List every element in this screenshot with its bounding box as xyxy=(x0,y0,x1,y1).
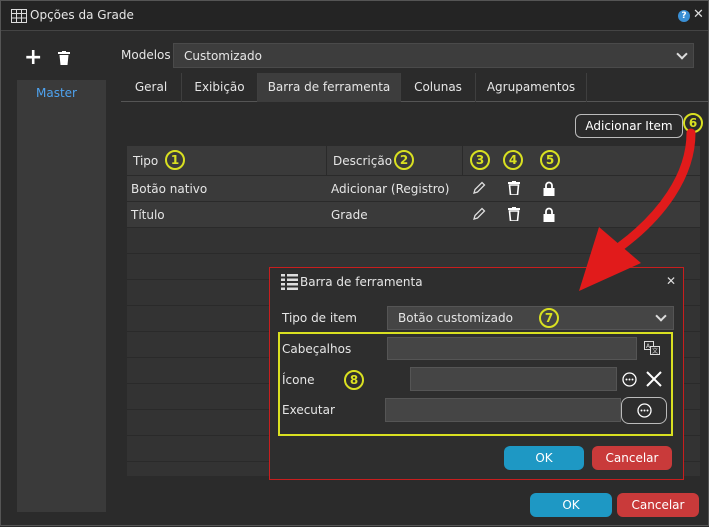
tipo-item-label: Tipo de item xyxy=(282,311,357,325)
edit-icon[interactable] xyxy=(472,207,486,224)
translate-icon[interactable]: A文 xyxy=(644,341,660,358)
annotation-badge-7: 7 xyxy=(539,308,559,328)
delete-icon[interactable] xyxy=(508,207,520,224)
annotation-badge-4: 4 xyxy=(503,150,523,170)
edit-icon[interactable] xyxy=(472,181,486,198)
more-icon xyxy=(637,403,652,421)
executar-label: Executar xyxy=(282,403,335,417)
lock-icon[interactable] xyxy=(543,207,555,225)
grid-options-window: Opções da Grade ? ✕ + Master Modelos Cus… xyxy=(0,0,709,526)
cell-tipo: Botão nativo xyxy=(131,182,208,196)
tipo-item-value: Botão customizado xyxy=(398,311,513,325)
modelos-value: Customizado xyxy=(184,49,262,63)
tipo-item-select[interactable]: Botão customizado xyxy=(387,306,674,330)
annotation-badge-5: 5 xyxy=(540,150,560,170)
toolbar-list-icon xyxy=(281,274,298,293)
dialog-ok-button[interactable]: OK xyxy=(504,446,584,470)
cell-descricao: Adicionar (Registro) xyxy=(331,182,450,196)
table-row xyxy=(127,228,700,254)
annotation-badge-2: 2 xyxy=(394,150,414,170)
modelos-label: Modelos xyxy=(121,48,171,62)
chevron-down-icon xyxy=(655,310,667,322)
cabecalhos-label: Cabeçalhos xyxy=(282,342,352,356)
executar-more-button[interactable] xyxy=(621,397,667,424)
tab-exibicao[interactable]: Exibição xyxy=(182,73,258,102)
modelos-select[interactable]: Customizado xyxy=(173,43,694,68)
more-icon[interactable] xyxy=(622,372,637,390)
executar-input[interactable] xyxy=(385,398,621,422)
lock-icon[interactable] xyxy=(543,181,555,199)
annotation-badge-3: 3 xyxy=(470,150,490,170)
help-icon[interactable]: ? xyxy=(678,10,690,22)
cancel-button[interactable]: Cancelar xyxy=(617,493,699,517)
annotation-badge-6: 6 xyxy=(683,113,703,133)
trash-icon[interactable] xyxy=(58,51,70,68)
column-header-descricao[interactable]: Descrição xyxy=(333,154,392,168)
cell-descricao: Grade xyxy=(331,208,368,222)
chevron-down-icon xyxy=(676,48,688,60)
close-icon[interactable]: ✕ xyxy=(666,274,676,288)
annotation-badge-8: 8 xyxy=(344,370,364,390)
column-header-tipo[interactable]: Tipo xyxy=(133,154,158,168)
toolbar-item-dialog: Barra de ferramenta ✕ Tipo de item Botão… xyxy=(269,267,684,480)
tab-agrupamentos[interactable]: Agrupamentos xyxy=(476,73,587,102)
table-row[interactable]: Título Grade xyxy=(127,202,700,228)
column-separator xyxy=(326,146,327,176)
close-icon[interactable]: ✕ xyxy=(693,7,704,22)
icone-input[interactable] xyxy=(410,367,617,391)
add-item-button[interactable]: Adicionar Item xyxy=(575,114,683,138)
tab-colunas[interactable]: Colunas xyxy=(401,73,476,102)
dialog-cancel-button[interactable]: Cancelar xyxy=(592,446,672,470)
title-bar: Opções da Grade ? ✕ xyxy=(1,1,708,31)
window-title: Opções da Grade xyxy=(30,8,134,22)
svg-text:文: 文 xyxy=(652,347,658,355)
icone-label: Ícone xyxy=(282,373,315,387)
delete-icon[interactable] xyxy=(508,181,520,198)
cabecalhos-input[interactable] xyxy=(387,337,637,360)
sidebar: Master xyxy=(17,80,106,512)
cell-tipo: Título xyxy=(131,208,165,222)
add-icon[interactable]: + xyxy=(24,47,42,69)
sidebar-item-master[interactable]: Master xyxy=(36,86,77,100)
tab-geral[interactable]: Geral xyxy=(121,73,182,102)
dialog-title: Barra de ferramenta xyxy=(300,275,423,289)
grid-icon xyxy=(11,9,27,26)
tab-bar: Geral Exibição Barra de ferramenta Colun… xyxy=(121,73,709,102)
clear-icon[interactable] xyxy=(646,371,662,390)
annotation-badge-1: 1 xyxy=(165,150,185,170)
column-separator xyxy=(462,146,463,176)
ok-button[interactable]: OK xyxy=(530,493,612,517)
table-row[interactable]: Botão nativo Adicionar (Registro) xyxy=(127,176,700,202)
tab-barra-de-ferramenta[interactable]: Barra de ferramenta xyxy=(258,73,401,102)
